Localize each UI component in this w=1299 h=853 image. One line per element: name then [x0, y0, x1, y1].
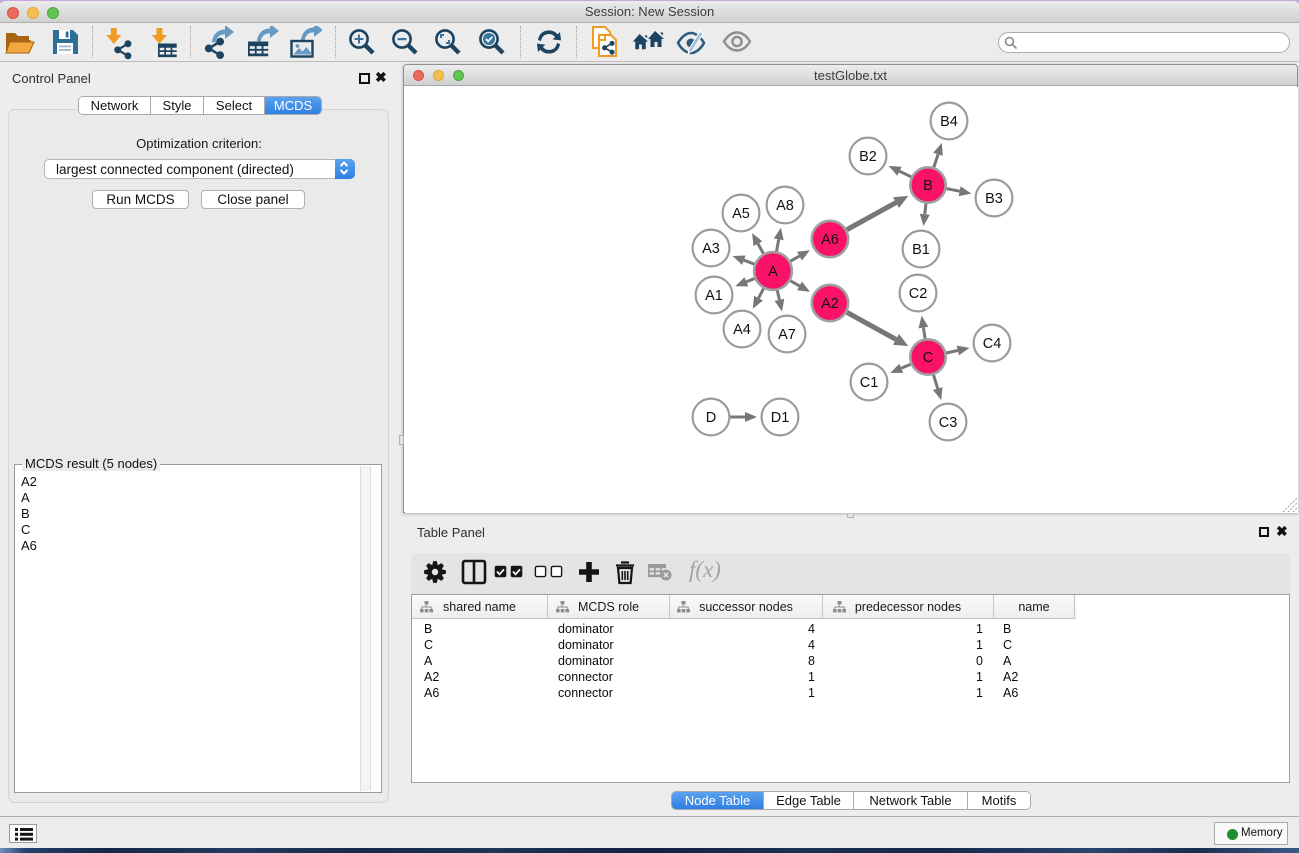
- svg-text:A2: A2: [821, 296, 839, 312]
- svg-text:B1: B1: [912, 242, 930, 258]
- svg-text:B2: B2: [859, 149, 877, 165]
- svg-text:C1: C1: [860, 375, 879, 391]
- svg-text:C2: C2: [909, 286, 928, 302]
- svg-text:C4: C4: [983, 336, 1002, 352]
- svg-text:B3: B3: [985, 191, 1003, 207]
- svg-text:D1: D1: [771, 410, 790, 426]
- svg-text:D: D: [706, 410, 716, 426]
- svg-text:A8: A8: [776, 198, 794, 214]
- svg-text:A1: A1: [705, 288, 723, 304]
- svg-text:A7: A7: [778, 327, 796, 343]
- svg-text:A3: A3: [702, 241, 720, 257]
- svg-text:C: C: [923, 350, 933, 366]
- svg-text:B: B: [923, 178, 933, 194]
- svg-text:A4: A4: [733, 322, 751, 338]
- svg-text:C3: C3: [939, 415, 958, 431]
- svg-text:A5: A5: [732, 206, 750, 222]
- svg-text:B4: B4: [940, 114, 958, 130]
- svg-text:A6: A6: [821, 232, 839, 248]
- svg-text:A: A: [768, 264, 778, 280]
